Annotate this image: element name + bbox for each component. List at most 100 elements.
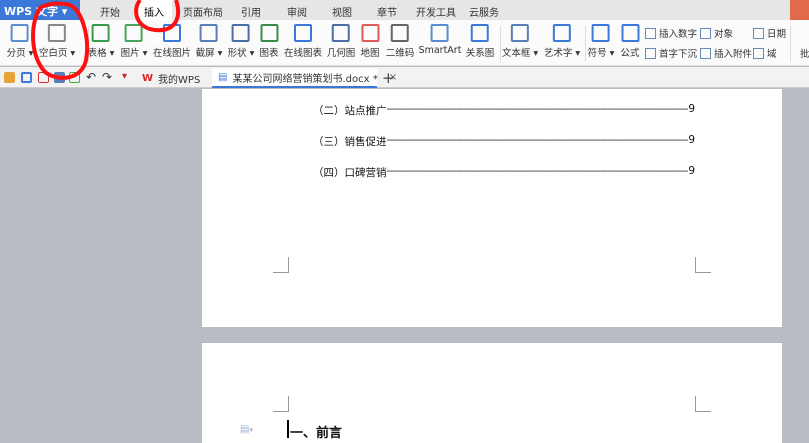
window-control[interactable]: [790, 0, 809, 20]
toc-entry[interactable]: （二）站点推广 ---------------------------------…: [313, 103, 695, 118]
ribbon-label: 插入附件: [714, 49, 753, 60]
ribbon-icon: [259, 24, 278, 42]
paragraph-layout-icon[interactable]: ▤▾: [240, 424, 253, 435]
ribbon-button-16[interactable]: 符号 ▾: [587, 24, 614, 59]
ribbon-icon: [431, 24, 449, 42]
export-pdf-icon[interactable]: [38, 72, 49, 83]
toc-leader: ----------------------------------------…: [386, 165, 689, 177]
margin-corner: [695, 257, 711, 273]
ribbon-icon: [293, 24, 312, 42]
ribbon-button-12[interactable]: SmartArt: [418, 24, 462, 56]
ribbon-button-7[interactable]: 图表: [259, 24, 279, 59]
toc-page-number: 9: [688, 134, 695, 146]
app-title: WPS 文字: [4, 5, 58, 18]
ribbon-button-5[interactable]: 截屏 ▾: [195, 24, 222, 59]
margin-corner: [695, 396, 711, 412]
tab-2[interactable]: 页面布局: [183, 4, 223, 19]
ribbon-button-11[interactable]: 二维码: [385, 24, 415, 59]
toc-page-number: 9: [688, 103, 695, 115]
ribbon-button-14[interactable]: 文本框 ▾: [502, 24, 538, 59]
ribbon-label: 首字下沉: [659, 49, 698, 60]
ribbon-button-6[interactable]: 形状 ▾: [228, 24, 254, 59]
ribbon-icon: [11, 24, 29, 42]
ribbon-label: 在线图片: [152, 48, 192, 59]
ribbon-label: SmartArt: [418, 45, 462, 56]
toc-text: （三）销售促进: [313, 136, 387, 148]
ribbon-button-0[interactable]: 分页 ▾: [6, 24, 33, 59]
quick-access-dropdown-icon[interactable]: ▾: [122, 71, 127, 82]
tab-document[interactable]: ▤ 某某公司网络营销策划书.docx * ×: [212, 68, 397, 88]
ribbon-icon: [360, 24, 379, 42]
toc-entry[interactable]: （四）口碑营销 ---------------------------------…: [313, 165, 695, 180]
ribbon-button-15[interactable]: 艺术字 ▾: [544, 24, 580, 59]
print-icon[interactable]: [54, 72, 65, 83]
tab-6[interactable]: 章节: [377, 4, 397, 19]
ribbon-label: 域: [767, 49, 777, 60]
ribbon-small-button-2[interactable]: 对象: [700, 26, 733, 40]
ribbon-button-10[interactable]: 地图: [360, 24, 380, 59]
toc-page-number: 9: [688, 165, 695, 177]
ribbon-icon: [620, 24, 639, 42]
ribbon-button-4[interactable]: 在线图片: [153, 24, 191, 59]
ribbon-icon: [470, 24, 489, 42]
tab-3[interactable]: 引用: [241, 4, 261, 19]
ribbon-label: 分页: [6, 48, 26, 59]
ribbon-icon: [592, 24, 610, 42]
ribbon-button-13[interactable]: 关系图: [466, 24, 494, 59]
new-tab-button[interactable]: +: [382, 69, 395, 87]
ribbon-icon: [700, 47, 711, 59]
ribbon-button-8[interactable]: 在线图表: [284, 24, 322, 59]
ribbon-button-17[interactable]: 公式: [620, 24, 640, 59]
ribbon-button-cut[interactable]: 批: [800, 46, 809, 60]
ribbon-small-button-0[interactable]: 插入数字: [645, 26, 697, 40]
redo-icon[interactable]: ↷: [102, 70, 112, 84]
text-cursor: [287, 420, 289, 438]
heading: 一、前言: [290, 426, 343, 441]
tab-8[interactable]: 云服务: [469, 4, 499, 19]
ribbon-icon: [511, 24, 529, 42]
ribbon-button-2[interactable]: 表格 ▾: [88, 24, 114, 59]
ribbon-icon: [48, 24, 66, 42]
ribbon-small-button-5[interactable]: 域: [753, 46, 777, 60]
ribbon-label: 几何图: [326, 48, 356, 59]
ribbon-icon: [753, 47, 764, 59]
ribbon-icon: [331, 24, 350, 42]
ribbon-button-1[interactable]: 空白页 ▾: [39, 24, 75, 59]
ribbon-button-9[interactable]: 几何图: [326, 24, 356, 59]
ribbon-separator: [500, 26, 501, 62]
toc-text: （四）口碑营销: [313, 167, 387, 179]
ribbon-small-button-3[interactable]: 插入附件: [700, 46, 752, 60]
ribbon-label: 插入数字: [659, 29, 698, 40]
ribbon-small-button-1[interactable]: 首字下沉: [645, 46, 697, 60]
ribbon-label: 地图: [360, 48, 380, 59]
toc-entry[interactable]: （三）销售促进 ---------------------------------…: [313, 134, 695, 149]
ribbon-separator: [790, 26, 791, 62]
page-1: [202, 89, 782, 327]
ribbon-small-button-4[interactable]: 日期: [753, 26, 786, 40]
wps-logo-icon: W: [142, 72, 154, 84]
ribbon-icon: [753, 27, 764, 39]
ribbon-button-3[interactable]: 图片 ▾: [120, 24, 147, 59]
ribbon-label: 二维码: [385, 48, 415, 59]
ribbon-icon: [645, 27, 656, 39]
wps-app-menu-button[interactable]: WPS 文字 ▾: [0, 0, 80, 20]
ribbon-icon: [200, 24, 218, 42]
ribbon-icon: [390, 24, 409, 42]
save-icon[interactable]: [21, 72, 32, 83]
ribbon-label: 图片: [120, 48, 140, 59]
ribbon-label: 截屏: [195, 48, 215, 59]
tab-0[interactable]: 开始: [100, 4, 120, 19]
ribbon-label: 日期: [767, 29, 787, 40]
undo-icon[interactable]: ↶: [86, 70, 96, 84]
margin-corner: [273, 396, 289, 412]
tab-7[interactable]: 开发工具: [416, 4, 456, 19]
open-icon[interactable]: [4, 72, 15, 83]
tab-1[interactable]: 插入: [136, 0, 172, 20]
tab-4[interactable]: 审阅: [287, 4, 307, 19]
ribbon-label: 文本框: [501, 48, 531, 59]
toc-text: （二）站点推广: [313, 105, 387, 117]
ribbon-label: 符号: [587, 48, 607, 59]
tab-5[interactable]: 视图: [332, 4, 352, 19]
print-preview-icon[interactable]: [69, 72, 80, 83]
ribbon-label: 对象: [714, 29, 734, 40]
